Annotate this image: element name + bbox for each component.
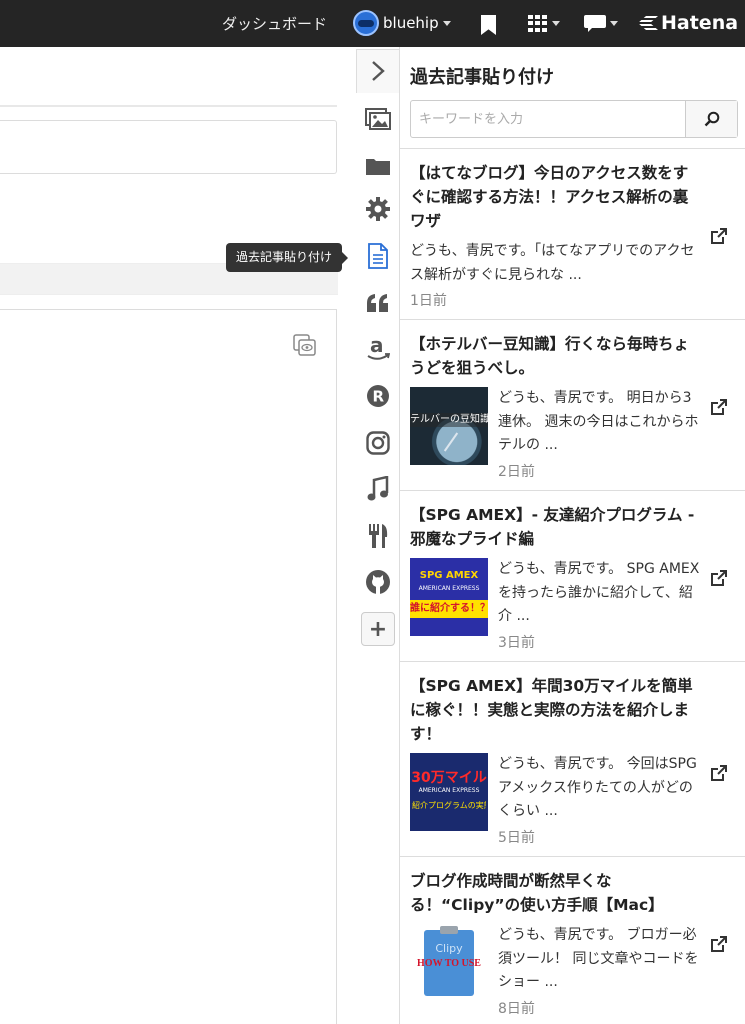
- thumbnail-subcaption: AMERICAN EXPRESS: [418, 787, 480, 794]
- thumbnail-caption: テルバーの豆知識: [410, 413, 488, 427]
- title-input[interactable]: [0, 120, 337, 174]
- article-excerpt: どうも、青尻です。 明日から3連休。 週末の今日はこれからホテルの ...: [498, 390, 699, 453]
- thumbnail-subcaption: AMERICAN EXPRESS: [418, 585, 480, 592]
- instagram-icon[interactable]: [364, 429, 392, 457]
- external-link-icon[interactable]: [710, 569, 728, 587]
- amazon-icon[interactable]: a: [364, 335, 392, 363]
- chevron-right-icon: [372, 61, 385, 81]
- chevron-down-icon: [442, 20, 451, 26]
- user-menu[interactable]: bluehip: [353, 9, 451, 37]
- image-icon[interactable]: [364, 105, 392, 133]
- message-bubble-icon: [584, 15, 606, 32]
- article-title: 【SPG AMEX】年間30万マイルを簡単に稼ぐ！！実態と実際の方法を紹介します…: [410, 677, 693, 743]
- quote-icon[interactable]: [364, 289, 392, 317]
- article-item[interactable]: 【SPG AMEX】- 友達紹介プログラム - 邪魔なプライド編 SPG AME…: [400, 490, 745, 661]
- past-articles-panel: 過去記事貼り付け 【はてなブログ】今日のアクセス数をすぐに確認する方法！！アクセ…: [399, 47, 745, 1024]
- article-title: 【ホテルバー豆知識】行くなら毎時ちょうどを狙うべし。: [410, 335, 690, 377]
- article-thumbnail: Clipy HOW TO USE: [410, 924, 488, 1002]
- article-excerpt: どうも、青尻です。 ブロガー必須ツール！ 同じ文章やコードをショー ...: [498, 927, 699, 990]
- panel-title: 過去記事貼り付け: [410, 67, 554, 88]
- article-excerpt: どうも、青尻です。 今回はSPGアメックス作りたての人がどのくらい ...: [498, 756, 697, 819]
- search-icon: [704, 111, 719, 127]
- article-date: 8日前: [498, 1001, 535, 1017]
- article-item[interactable]: ブログ作成時間が断然早くなる！“Clipy”の使い方手順【Mac】 Clipy …: [400, 856, 745, 1024]
- github-icon[interactable]: [364, 568, 392, 596]
- search-box: [410, 100, 738, 138]
- article-date: 1日前: [410, 293, 447, 309]
- article-excerpt: どうも、青尻です。「はてなアプリでのアクセス解析がすぐに見られな ...: [410, 243, 695, 283]
- external-link-icon[interactable]: [710, 764, 728, 782]
- external-link-icon[interactable]: [710, 935, 728, 953]
- clipboard-clip: [440, 926, 458, 934]
- hatena-logo[interactable]: Hatena: [638, 12, 738, 34]
- document-icon[interactable]: [364, 242, 392, 270]
- search-input[interactable]: [411, 101, 686, 137]
- chevron-down-icon: [610, 21, 618, 26]
- gear-icon[interactable]: [364, 195, 392, 223]
- article-list: 【はてなブログ】今日のアクセス数をすぐに確認する方法！！アクセス解析の裏ワザ ど…: [400, 148, 745, 1024]
- article-item[interactable]: 【ホテルバー豆知識】行くなら毎時ちょうどを狙うべし。 テルバーの豆知識 どうも、…: [400, 319, 745, 490]
- hatena-logo-icon: [638, 16, 658, 30]
- svg-text:R: R: [373, 388, 385, 406]
- thumbnail-banner: 誰に紹介する！？: [410, 600, 488, 618]
- chevron-down-icon: [552, 21, 560, 26]
- svg-text:a: a: [370, 336, 384, 357]
- article-thumbnail: 30万マイル AMERICAN EXPRESS 紹介プログラムの実態: [410, 753, 488, 831]
- divider: [0, 105, 337, 107]
- thumbnail-subcaption: Clipy: [435, 942, 463, 955]
- thumbnail-caption: HOW TO USE: [417, 958, 481, 969]
- external-link-icon[interactable]: [710, 227, 728, 245]
- thumbnail-caption: SPG AMEX: [419, 570, 479, 581]
- thumbnail-caption: 30万マイル: [411, 770, 487, 786]
- sidebar-icon-rail: a R +: [356, 47, 400, 1024]
- article-excerpt: どうも、青尻です。 SPG AMEXを持ったら誰かに紹介して、紹介 ...: [498, 561, 700, 624]
- username: bluehip: [383, 14, 439, 32]
- music-icon[interactable]: [364, 475, 392, 503]
- dashboard-link[interactable]: ダッシュボード: [222, 13, 327, 34]
- rakuten-icon[interactable]: R: [364, 382, 392, 410]
- search-button[interactable]: [685, 101, 737, 137]
- grid-icon: [528, 15, 548, 32]
- article-item[interactable]: 【SPG AMEX】年間30万マイルを簡単に稼ぐ！！実態と実際の方法を紹介します…: [400, 661, 745, 856]
- article-title: ブログ作成時間が断然早くなる！“Clipy”の使い方手順【Mac】: [410, 872, 664, 914]
- folder-icon[interactable]: [364, 152, 392, 180]
- user-avatar: [353, 10, 379, 36]
- logo-text: Hatena: [661, 12, 739, 34]
- preview-icon[interactable]: [293, 334, 317, 356]
- external-link-icon[interactable]: [710, 398, 728, 416]
- apps-menu[interactable]: [528, 15, 560, 32]
- notifications-menu[interactable]: [584, 15, 618, 32]
- restaurant-icon[interactable]: [364, 522, 392, 550]
- article-date: 5日前: [498, 830, 535, 846]
- article-date: 2日前: [498, 464, 535, 480]
- article-title: 【SPG AMEX】- 友達紹介プログラム - 邪魔なプライド編: [410, 506, 695, 548]
- top-navigation-bar: ダッシュボード bluehip Hatena: [0, 0, 745, 47]
- collapse-panel-button[interactable]: [356, 49, 400, 93]
- clock-hand: [443, 432, 459, 452]
- tooltip: 過去記事貼り付け: [226, 243, 349, 272]
- article-date: 3日前: [498, 635, 535, 651]
- bookmark-icon[interactable]: [481, 15, 496, 35]
- editor-area: [0, 47, 338, 1024]
- add-button[interactable]: +: [361, 612, 395, 646]
- article-thumbnail: SPG AMEX AMERICAN EXPRESS 誰に紹介する！？: [410, 558, 488, 636]
- thumbnail-banner: 紹介プログラムの実態: [412, 801, 486, 810]
- article-thumbnail: テルバーの豆知識: [410, 387, 488, 465]
- article-item[interactable]: 【はてなブログ】今日のアクセス数をすぐに確認する方法！！アクセス解析の裏ワザ ど…: [400, 148, 745, 319]
- article-title: 【はてなブログ】今日のアクセス数をすぐに確認する方法！！アクセス解析の裏ワザ: [410, 164, 689, 230]
- editor-body[interactable]: [0, 309, 337, 1024]
